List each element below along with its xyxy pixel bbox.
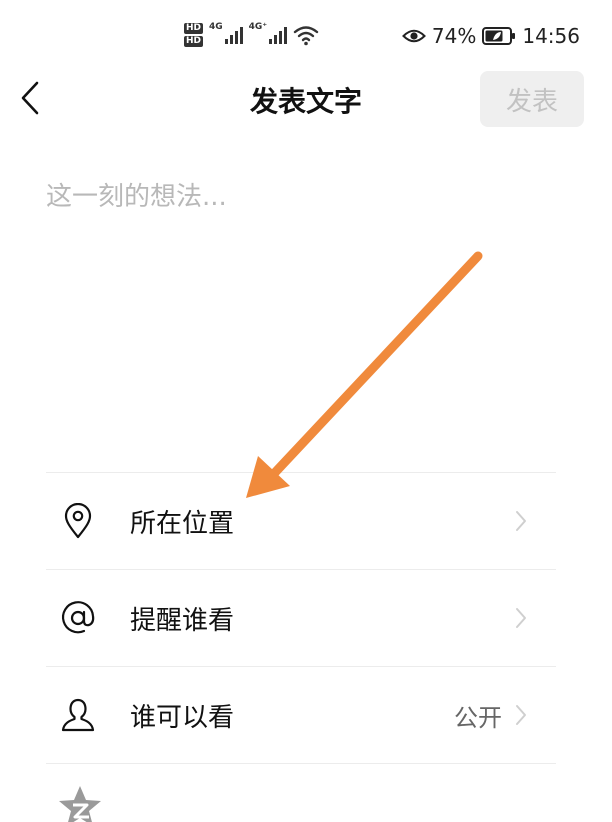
signal-strength-icon bbox=[224, 26, 243, 44]
partial-star-icon[interactable] bbox=[56, 784, 104, 822]
battery-percentage: 74% bbox=[431, 24, 477, 48]
wifi-icon bbox=[293, 24, 319, 46]
option-visibility-label: 谁可以看 bbox=[130, 702, 235, 733]
hd-badge: HD bbox=[184, 23, 204, 34]
post-text-input[interactable] bbox=[46, 176, 566, 426]
status-bar-system: 74% 14:56 bbox=[401, 22, 580, 50]
publish-button[interactable]: 发表 bbox=[480, 71, 584, 127]
chevron-left-icon bbox=[21, 81, 39, 115]
network-type-label: 4G⁺ bbox=[248, 22, 268, 32]
hd-indicators: HD HD bbox=[184, 23, 204, 47]
signal-strength-icon bbox=[269, 26, 288, 44]
eye-icon bbox=[401, 27, 426, 45]
header-bar: 发表文字 发表 bbox=[0, 66, 612, 134]
option-mention-label: 提醒谁看 bbox=[130, 605, 235, 636]
location-pin-icon bbox=[58, 501, 98, 541]
option-location-label: 所在位置 bbox=[130, 508, 235, 539]
chevron-right-icon bbox=[510, 510, 532, 532]
battery-icon bbox=[482, 27, 516, 45]
network-type-label: 4G bbox=[209, 22, 223, 32]
option-mention[interactable]: 提醒谁看 bbox=[46, 570, 556, 666]
hd-badge: HD bbox=[184, 36, 204, 47]
chevron-right-icon bbox=[510, 704, 532, 726]
clock-time: 14:56 bbox=[522, 24, 580, 48]
option-visibility[interactable]: 谁可以看 公开 bbox=[46, 667, 556, 763]
status-bar-network: HD HD 4G 4G⁺ bbox=[184, 18, 319, 52]
post-options-list: 所在位置 提醒谁看 谁可以看 公开 bbox=[46, 472, 556, 764]
divider bbox=[46, 763, 556, 764]
person-icon bbox=[58, 695, 98, 735]
back-button[interactable] bbox=[8, 76, 52, 120]
chevron-right-icon bbox=[510, 607, 532, 629]
option-visibility-value: 公开 bbox=[454, 703, 502, 732]
at-sign-icon bbox=[58, 598, 98, 638]
status-bar: HD HD 4G 4G⁺ 74% 14:56 bbox=[0, 0, 612, 66]
option-location[interactable]: 所在位置 bbox=[46, 473, 556, 569]
